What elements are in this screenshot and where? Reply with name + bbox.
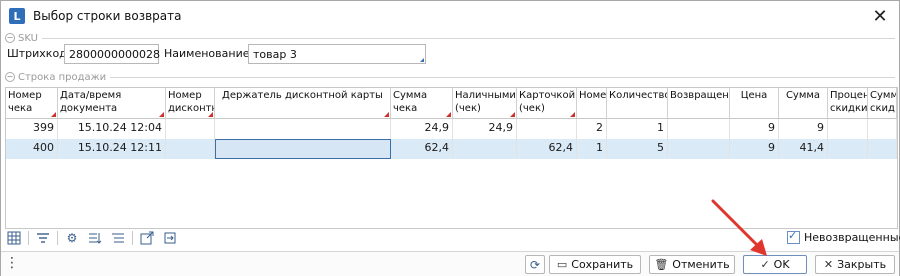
col-header-quantity[interactable]: Количество: [607, 88, 668, 119]
cell-check-sum[interactable]: 24,9: [391, 119, 453, 139]
not-returned-checkbox[interactable]: Невозвращенные: [787, 229, 900, 244]
sort-list-icon[interactable]: [86, 230, 104, 246]
col-header-discount-sum[interactable]: Сумм скид: [868, 88, 897, 119]
cell-returned[interactable]: [668, 139, 730, 159]
name-field[interactable]: товар 3: [248, 44, 426, 64]
cell-cash[interactable]: [453, 139, 517, 159]
checkbox-checked-icon[interactable]: [787, 229, 800, 244]
col-header-number[interactable]: Номе: [577, 88, 607, 119]
app-logo-icon: L: [9, 8, 25, 24]
cell-check-number[interactable]: 399: [6, 119, 58, 139]
cell-quantity[interactable]: 1: [607, 119, 668, 139]
save-button[interactable]: ▭ Сохранить: [549, 255, 641, 274]
cell-card-holder-focused[interactable]: [215, 139, 391, 159]
dialog-window: L Выбор строки возврата ✕ − SKU Штрихкод…: [0, 0, 900, 276]
cell-check-number[interactable]: 400: [6, 139, 58, 159]
window-title: Выбор строки возврата: [33, 9, 182, 23]
field-corner-indicator: [420, 58, 424, 62]
cell-price[interactable]: 9: [730, 119, 779, 139]
sku-section-header[interactable]: − SKU: [5, 32, 895, 44]
sales-grid[interactable]: Номер чека Дата/время документа Номер ди…: [5, 87, 898, 229]
col-header-discount-number[interactable]: Номер дисконтн: [166, 88, 215, 119]
sales-section-label: Строка продажи: [18, 71, 107, 83]
cell-number[interactable]: 2: [577, 119, 607, 139]
close-icon: ✕: [823, 258, 834, 271]
col-header-document-date[interactable]: Дата/время документа: [58, 88, 166, 119]
not-returned-label: Невозвращенные: [804, 231, 900, 244]
cell-price[interactable]: 9: [730, 139, 779, 159]
transfer-icon[interactable]: [161, 230, 179, 246]
refresh-button[interactable]: ⟳: [525, 255, 545, 274]
collapse-icon[interactable]: −: [5, 33, 15, 43]
checkmark-icon: ✓: [760, 258, 770, 271]
title-bar: L Выбор строки возврата ✕: [1, 1, 899, 31]
cell-discount-number[interactable]: [166, 139, 215, 159]
cell-cash[interactable]: 24,9: [453, 119, 517, 139]
cell-total[interactable]: 9: [779, 119, 828, 139]
barcode-value: 2800000000028: [69, 48, 160, 61]
export-icon[interactable]: [138, 230, 156, 246]
cancel-button[interactable]: 🗑 Отменить: [649, 255, 735, 274]
grid-icon[interactable]: [5, 230, 23, 246]
cell-discount-percent[interactable]: [828, 139, 868, 159]
col-header-check-sum[interactable]: Сумма чека: [391, 88, 453, 119]
settings-gear-icon[interactable]: ⚙: [63, 230, 81, 246]
barcode-field[interactable]: 2800000000028: [64, 44, 160, 64]
name-value: товар 3: [253, 48, 297, 61]
trash-icon: 🗑: [654, 258, 669, 271]
close-label: Закрыть: [837, 258, 887, 271]
cell-discount-percent[interactable]: [828, 119, 868, 139]
cell-card[interactable]: 62,4: [517, 139, 577, 159]
save-label: Сохранить: [571, 258, 634, 271]
ok-button[interactable]: ✓ OK: [743, 255, 807, 274]
col-header-cash[interactable]: Наличными (чек): [453, 88, 517, 119]
close-button[interactable]: ✕ Закрыть: [815, 255, 895, 274]
col-header-total[interactable]: Сумма: [779, 88, 828, 119]
barcode-label: Штрихкод: [7, 47, 67, 60]
cell-discount-sum[interactable]: [868, 139, 897, 159]
bottom-bar: ⋮ ⟳ ▭ Сохранить 🗑 Отменить ✓ OK ✕ Закрыт…: [1, 251, 899, 276]
ok-label: OK: [773, 258, 790, 271]
col-header-price[interactable]: Цена: [730, 88, 779, 119]
col-header-check-number[interactable]: Номер чека: [6, 88, 58, 119]
close-window-icon[interactable]: ✕: [869, 5, 891, 27]
name-label: Наименование: [164, 47, 250, 60]
filter-icon[interactable]: [34, 230, 52, 246]
cell-returned[interactable]: [668, 119, 730, 139]
cancel-label: Отменить: [672, 258, 730, 271]
group-list-icon[interactable]: [109, 230, 127, 246]
more-options-icon[interactable]: ⋮: [5, 255, 19, 273]
cell-discount-sum[interactable]: [868, 119, 897, 139]
save-icon: ▭: [556, 258, 568, 271]
cell-document-date[interactable]: 15.10.24 12:11: [58, 139, 166, 159]
cell-check-sum[interactable]: 62,4: [391, 139, 453, 159]
cell-quantity[interactable]: 5: [607, 139, 668, 159]
col-header-card[interactable]: Карточкой (чек): [517, 88, 577, 119]
sku-section-label: SKU: [18, 32, 38, 44]
refresh-icon: ⟳: [529, 257, 541, 272]
grid-toolbar: ⚙: [5, 229, 184, 247]
col-header-returned[interactable]: Возвращен: [668, 88, 730, 119]
cell-discount-number[interactable]: [166, 119, 215, 139]
sales-section-header[interactable]: − Строка продажи: [5, 71, 895, 83]
col-header-discount-percent[interactable]: Процен скидки: [828, 88, 868, 119]
cell-document-date[interactable]: 15.10.24 12:04: [58, 119, 166, 139]
cell-number[interactable]: 1: [577, 139, 607, 159]
cell-card-holder[interactable]: [215, 119, 391, 139]
collapse-icon[interactable]: −: [5, 72, 15, 82]
cell-card[interactable]: [517, 119, 577, 139]
col-header-card-holder[interactable]: Держатель дисконтной карты: [215, 88, 391, 119]
cell-total[interactable]: 41,4: [779, 139, 828, 159]
